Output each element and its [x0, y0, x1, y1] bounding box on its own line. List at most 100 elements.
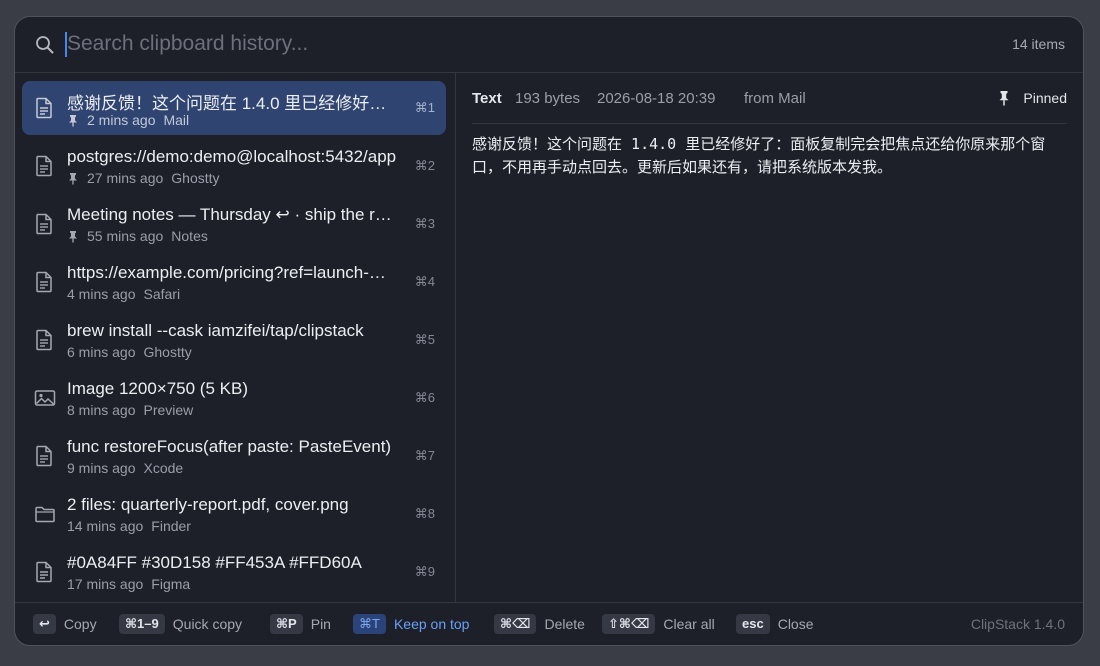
key-cap: ⌘P: [270, 614, 303, 634]
item-time: 14 mins ago: [67, 518, 144, 534]
hint-label: Pin: [310, 616, 331, 632]
item-shortcut: ⌘8: [414, 506, 435, 521]
key-cap: esc: [736, 614, 770, 634]
content-source: from Mail: [744, 90, 806, 107]
item-meta: 4 mins ago Safari: [67, 286, 397, 302]
document-icon: [36, 329, 52, 351]
content-type: Text: [472, 90, 502, 107]
search-input[interactable]: [67, 28, 767, 60]
item-meta: 17 mins ago Figma: [67, 576, 397, 592]
key-cap: ↩: [33, 614, 56, 634]
hint-close[interactable]: esc Close: [736, 613, 814, 635]
hint-copy[interactable]: ↩ Copy: [33, 613, 97, 635]
list-item[interactable]: 2 files: quarterly-report.pdf, cover.png…: [22, 487, 446, 541]
item-shortcut: ⌘9: [414, 564, 435, 579]
key-cap: ⌘1–9: [119, 614, 165, 634]
item-time: 2 mins ago: [87, 112, 156, 128]
pin-icon: [69, 115, 77, 127]
document-icon: [36, 155, 52, 177]
key-cap: ⌘T: [353, 614, 386, 634]
hint-label: Delete: [544, 616, 585, 632]
key-cap: ⌘⌫: [494, 614, 537, 634]
item-title: postgres://demo:demo@localhost:5432/app: [67, 147, 397, 166]
item-time: 6 mins ago: [67, 344, 136, 360]
item-title: https://example.com/pricing?ref=launch-…: [67, 263, 386, 282]
list-item[interactable]: postgres://demo:demo@localhost:5432/app …: [22, 139, 446, 193]
item-title: func restoreFocus(after paste: PasteEven…: [67, 437, 392, 456]
folder-icon: [35, 506, 55, 523]
item-shortcut: ⌘1: [414, 100, 435, 115]
list-item[interactable]: Image 1200×750 (5 KB) 8 mins ago Preview …: [22, 371, 446, 425]
item-app: Mail: [163, 112, 190, 128]
pin-icon: [69, 231, 77, 243]
preview-header: Text 193 bytes 2026-08-18 20:39 from Mai…: [472, 73, 1067, 124]
key-cap: ⇧⌘⌫: [602, 614, 656, 634]
preview-pane: Text 193 bytes 2026-08-18 20:39 from Mai…: [456, 73, 1083, 603]
hint-label: Quick copy: [172, 616, 243, 632]
item-title: 感谢反馈！这个问题在 1.4.0 里已经修好…: [67, 94, 387, 113]
pin-icon: [69, 173, 77, 185]
hint-label: Close: [777, 616, 814, 632]
hint-label: Copy: [63, 616, 97, 632]
item-meta: 8 mins ago Preview: [67, 402, 397, 418]
item-app: Figma: [151, 576, 191, 592]
app-version: ClipStack 1.4.0: [970, 616, 1065, 632]
item-shortcut: ⌘6: [414, 390, 435, 405]
hint-label: Keep on top: [393, 616, 470, 632]
item-title: #0A84FF #30D158 #FF453A #FFD60A: [67, 553, 362, 572]
hint-label: Clear all: [663, 616, 715, 632]
item-app: Preview: [143, 402, 194, 418]
item-time: 8 mins ago: [67, 402, 136, 418]
clipboard-panel: 14 items 感谢反馈！这个问题在 1.4.0 里已经修好… 2 mins …: [14, 16, 1084, 646]
hint-quick-copy[interactable]: ⌘1–9 Quick copy: [119, 613, 242, 635]
item-shortcut: ⌘5: [414, 332, 435, 347]
pinned-label[interactable]: Pinned: [1023, 90, 1067, 106]
item-title: 2 files: quarterly-report.pdf, cover.png: [67, 495, 349, 514]
shortcut-footer: ↩ Copy ⌘1–9 Quick copy ⌘P Pin ⌘T Keep on…: [15, 602, 1083, 645]
content-size: 193 bytes: [515, 90, 581, 107]
item-app: Xcode: [143, 460, 184, 476]
document-icon: [36, 271, 52, 293]
document-icon: [36, 97, 52, 119]
item-meta: 6 mins ago Ghostty: [67, 344, 397, 360]
content-date: 2026-08-18 20:39: [597, 90, 716, 107]
search-icon: [36, 36, 54, 54]
item-shortcut: ⌘3: [414, 216, 435, 231]
item-shortcut: ⌘2: [414, 158, 435, 173]
image-icon: [34, 390, 56, 406]
item-app: Ghostty: [143, 344, 192, 360]
item-app: Ghostty: [171, 170, 220, 186]
item-shortcut: ⌘4: [414, 274, 435, 289]
item-time: 55 mins ago: [87, 228, 164, 244]
list-item[interactable]: https://example.com/pricing?ref=launch-……: [22, 255, 446, 309]
item-meta: 9 mins ago Xcode: [67, 460, 397, 476]
item-meta: 27 mins ago Ghostty: [67, 170, 397, 186]
document-icon: [36, 561, 52, 583]
item-meta: 14 mins ago Finder: [67, 518, 397, 534]
item-meta: 55 mins ago Notes: [67, 228, 397, 244]
document-icon: [36, 445, 52, 467]
item-shortcut: ⌘7: [414, 448, 435, 463]
item-time: 4 mins ago: [67, 286, 136, 302]
list-item[interactable]: func restoreFocus(after paste: PasteEven…: [22, 429, 446, 483]
item-time: 9 mins ago: [67, 460, 136, 476]
item-title: Image 1200×750 (5 KB): [67, 379, 248, 398]
pin-icon[interactable]: [997, 90, 1011, 106]
search-bar: 14 items: [15, 17, 1083, 73]
document-icon: [36, 213, 52, 235]
item-meta: 2 mins ago Mail: [67, 112, 397, 128]
list-item[interactable]: #0A84FF #30D158 #FF453A #FFD60A 17 mins …: [22, 545, 446, 599]
item-title: brew install --cask iamzifei/tap/clipsta…: [67, 321, 364, 340]
hint-keep-on-top[interactable]: ⌘T Keep on top: [353, 613, 469, 635]
item-time: 27 mins ago: [87, 170, 164, 186]
hint-clear-all[interactable]: ⇧⌘⌫ Clear all: [602, 613, 715, 635]
item-time: 17 mins ago: [67, 576, 144, 592]
hint-pin[interactable]: ⌘P Pin: [270, 613, 331, 635]
hint-delete[interactable]: ⌘⌫ Delete: [494, 613, 585, 635]
list-item[interactable]: Meeting notes — Thursday ↩ · ship the r……: [22, 197, 446, 251]
history-list: 感谢反馈！这个问题在 1.4.0 里已经修好… 2 mins ago Mail ⌘…: [15, 73, 456, 603]
list-item[interactable]: 感谢反馈！这个问题在 1.4.0 里已经修好… 2 mins ago Mail ⌘…: [22, 81, 446, 135]
list-item[interactable]: brew install --cask iamzifei/tap/clipsta…: [22, 313, 446, 367]
item-app: Notes: [171, 228, 208, 244]
item-app: Safari: [143, 286, 181, 302]
